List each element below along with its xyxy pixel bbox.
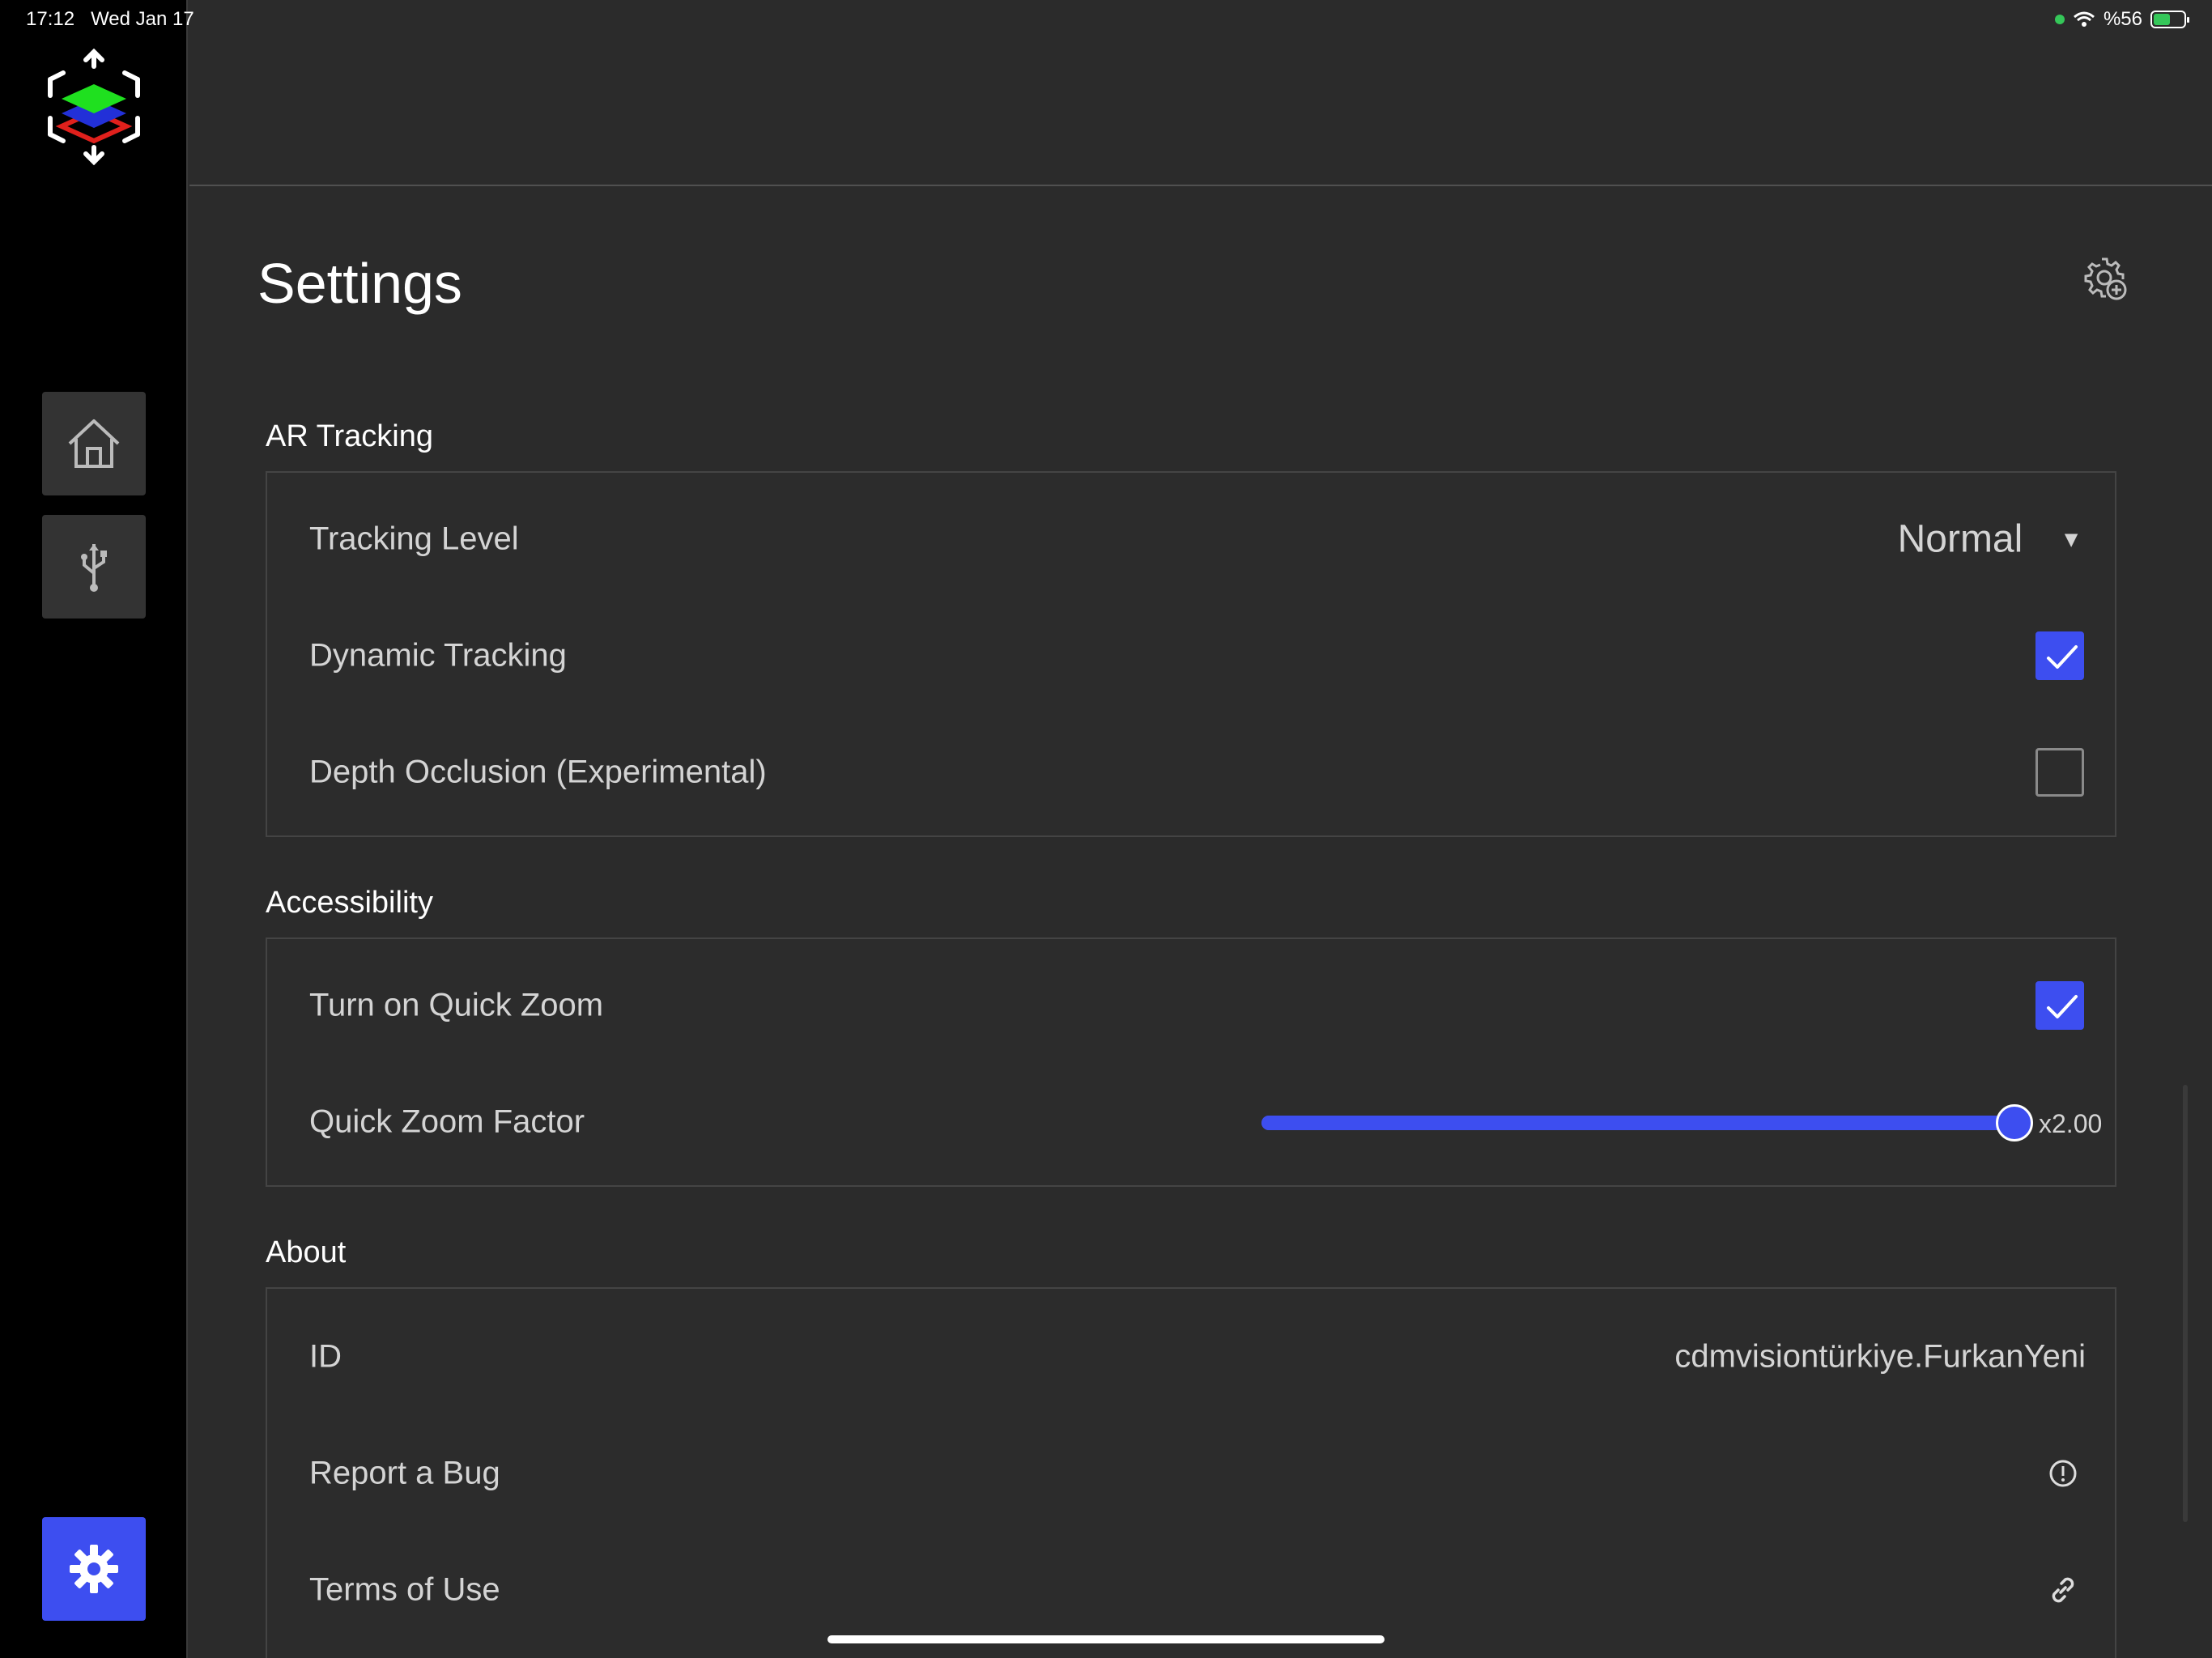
battery-icon xyxy=(2150,11,2189,28)
row-depth-occlusion: Depth Occlusion (Experimental) xyxy=(267,714,2115,831)
sidebar-item-settings[interactable] xyxy=(42,1517,146,1621)
status-time: 17:12 Wed Jan 17 xyxy=(26,8,194,31)
page-title: Settings xyxy=(257,252,462,315)
dynamic-tracking-checkbox[interactable] xyxy=(2035,631,2084,680)
quick-zoom-label: Turn on Quick Zoom xyxy=(309,987,604,1023)
id-value: cdmvisiontürkiye.FurkanYeni xyxy=(1674,1338,2086,1375)
usb-icon xyxy=(81,544,107,592)
ar-tracking-card: Tracking Level Normal ▼ Dynamic Tracking… xyxy=(266,471,2116,837)
report-bug-label: Report a Bug xyxy=(309,1455,500,1491)
row-tracking-level: Tracking Level Normal ▼ xyxy=(267,481,2115,597)
link-icon[interactable] xyxy=(2047,1574,2079,1606)
row-terms-of-use[interactable]: Terms of Use xyxy=(267,1532,2115,1648)
quick-zoom-factor-value: x2.00 xyxy=(2039,1109,2103,1138)
sidebar xyxy=(0,0,188,1658)
battery-fill xyxy=(2154,14,2171,25)
wifi-icon xyxy=(2073,11,2095,27)
camera-in-use-dot xyxy=(2054,15,2065,24)
alert-circle-icon[interactable] xyxy=(2047,1457,2079,1490)
tracking-level-dropdown[interactable]: Normal ▼ xyxy=(1898,517,2082,562)
slider-fill xyxy=(1261,1116,2014,1130)
home-icon xyxy=(68,419,120,468)
chevron-down-icon: ▼ xyxy=(2060,526,2082,551)
quick-zoom-checkbox[interactable] xyxy=(2035,981,2084,1030)
depth-occlusion-label: Depth Occlusion (Experimental) xyxy=(309,754,767,790)
status-clock: 17:12 xyxy=(26,8,75,30)
row-quick-zoom-factor: Quick Zoom Factor x2.00 xyxy=(267,1064,2115,1180)
quick-zoom-factor-label: Quick Zoom Factor xyxy=(309,1103,585,1140)
gear-icon xyxy=(70,1545,118,1593)
status-indicators: %56 xyxy=(2054,8,2189,31)
tracking-level-label: Tracking Level xyxy=(309,521,519,557)
checkmark-icon xyxy=(2047,645,2078,669)
slider-track[interactable] xyxy=(1261,1116,2014,1130)
scroll-indicator[interactable] xyxy=(2183,1085,2188,1522)
row-dynamic-tracking: Dynamic Tracking xyxy=(267,597,2115,714)
settings-add-icon[interactable] xyxy=(2082,256,2128,301)
home-indicator[interactable] xyxy=(827,1635,1385,1643)
checkmark-icon xyxy=(2047,995,2078,1018)
app-logo-icon xyxy=(48,49,140,165)
id-label: ID xyxy=(309,1338,342,1375)
dynamic-tracking-label: Dynamic Tracking xyxy=(309,637,567,674)
accessibility-card: Turn on Quick Zoom Quick Zoom Factor x2.… xyxy=(266,937,2116,1187)
slider-thumb[interactable] xyxy=(1996,1104,2033,1141)
section-title-accessibility: Accessibility xyxy=(266,886,433,920)
row-quick-zoom: Turn on Quick Zoom xyxy=(267,947,2115,1064)
battery-percent: %56 xyxy=(2103,8,2142,30)
quick-zoom-factor-slider[interactable]: x2.00 xyxy=(1261,1098,2102,1146)
tracking-level-value: Normal xyxy=(1897,517,2023,561)
status-bar: 17:12 Wed Jan 17 %56 xyxy=(0,0,2212,39)
row-report-bug[interactable]: Report a Bug xyxy=(267,1415,2115,1532)
status-date: Wed Jan 17 xyxy=(91,8,194,30)
about-card: ID cdmvisiontürkiye.FurkanYeni Report a … xyxy=(266,1287,2116,1658)
sidebar-item-home[interactable] xyxy=(42,392,146,495)
row-id: ID cdmvisiontürkiye.FurkanYeni xyxy=(267,1299,2115,1415)
terms-label: Terms of Use xyxy=(309,1571,500,1608)
section-title-ar-tracking: AR Tracking xyxy=(266,419,433,453)
sidebar-item-usb[interactable] xyxy=(42,515,146,619)
depth-occlusion-checkbox[interactable] xyxy=(2035,748,2084,797)
section-title-about: About xyxy=(266,1235,347,1269)
